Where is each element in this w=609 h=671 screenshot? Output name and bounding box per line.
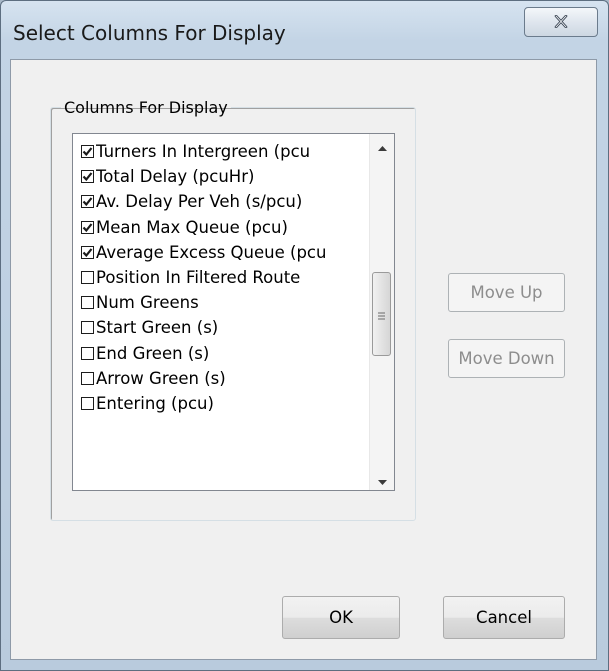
vertical-scrollbar[interactable] [369, 134, 394, 490]
list-item-label: Mean Max Queue (pcu) [96, 217, 288, 237]
list-item[interactable]: Mean Max Queue (pcu) [81, 215, 353, 240]
close-icon [554, 13, 568, 32]
checkbox[interactable] [81, 220, 94, 234]
checkbox[interactable] [81, 296, 94, 310]
group-legend: Columns For Display [64, 98, 228, 117]
list-item[interactable]: Average Excess Queue (pcu [81, 240, 353, 265]
checkbox[interactable] [81, 145, 94, 159]
move-up-button[interactable]: Move Up [448, 273, 565, 312]
list-item[interactable]: Turners In Intergreen (pcu [81, 139, 353, 164]
list-item-label: Arrow Green (s) [96, 368, 226, 388]
list-item-label: Start Green (s) [96, 318, 219, 338]
list-item-label: Position In Filtered Route [96, 268, 301, 288]
list-item[interactable]: End Green (s) [81, 341, 353, 366]
columns-list[interactable]: Turners In Intergreen (pcu Total Delay (p… [72, 133, 395, 491]
dialog-client-area: Columns For Display Turners In Intergree… [10, 59, 597, 660]
checkmark-icon [82, 197, 93, 207]
checkmark-icon [82, 147, 93, 157]
list-item[interactable]: Start Green (s) [81, 315, 353, 340]
checkbox[interactable] [81, 245, 94, 259]
scroll-up-button[interactable] [370, 134, 394, 156]
list-item[interactable]: Av. Delay Per Veh (s/pcu) [81, 189, 353, 214]
list-item[interactable]: Num Greens [81, 290, 353, 315]
list-item-label: Turners In Intergreen (pcu [96, 142, 311, 162]
checkmark-icon [82, 222, 93, 232]
grip-icon [377, 305, 386, 324]
checkbox[interactable] [81, 321, 94, 335]
list-item-label: Num Greens [96, 293, 199, 313]
checkbox[interactable] [81, 371, 94, 385]
close-button[interactable] [524, 7, 598, 37]
window-title: Select Columns For Display [13, 21, 286, 45]
list-item-label: Total Delay (pcuHr) [96, 167, 255, 187]
cancel-button[interactable]: Cancel [443, 596, 565, 639]
checkmark-icon [82, 248, 93, 258]
checkbox[interactable] [81, 346, 94, 360]
checkbox[interactable] [81, 195, 94, 209]
list-item-label: Av. Delay Per Veh (s/pcu) [96, 192, 303, 212]
checkbox[interactable] [81, 396, 94, 410]
list-item[interactable]: Position In Filtered Route [81, 265, 353, 290]
ok-button[interactable]: OK [282, 596, 400, 639]
title-bar[interactable]: Select Columns For Display [1, 1, 608, 59]
arrow-down-icon [377, 470, 387, 489]
list-item[interactable]: Arrow Green (s) [81, 366, 353, 391]
list-item-label: End Green (s) [96, 343, 210, 363]
list-item[interactable]: Entering (pcu) [81, 391, 353, 416]
checkbox[interactable] [81, 271, 94, 285]
columns-list-items: Turners In Intergreen (pcu Total Delay (p… [81, 139, 353, 416]
list-item-label: Entering (pcu) [96, 393, 214, 413]
arrow-up-icon [377, 136, 387, 155]
scroll-down-button[interactable] [370, 468, 394, 490]
list-item-label: Average Excess Queue (pcu [96, 242, 327, 262]
dialog-window: Select Columns For Display Columns For D… [0, 0, 609, 671]
list-item[interactable]: Total Delay (pcuHr) [81, 164, 353, 189]
scroll-thumb[interactable] [372, 272, 391, 356]
move-down-button[interactable]: Move Down [448, 339, 565, 378]
checkmark-icon [82, 172, 93, 182]
checkbox[interactable] [81, 170, 94, 184]
